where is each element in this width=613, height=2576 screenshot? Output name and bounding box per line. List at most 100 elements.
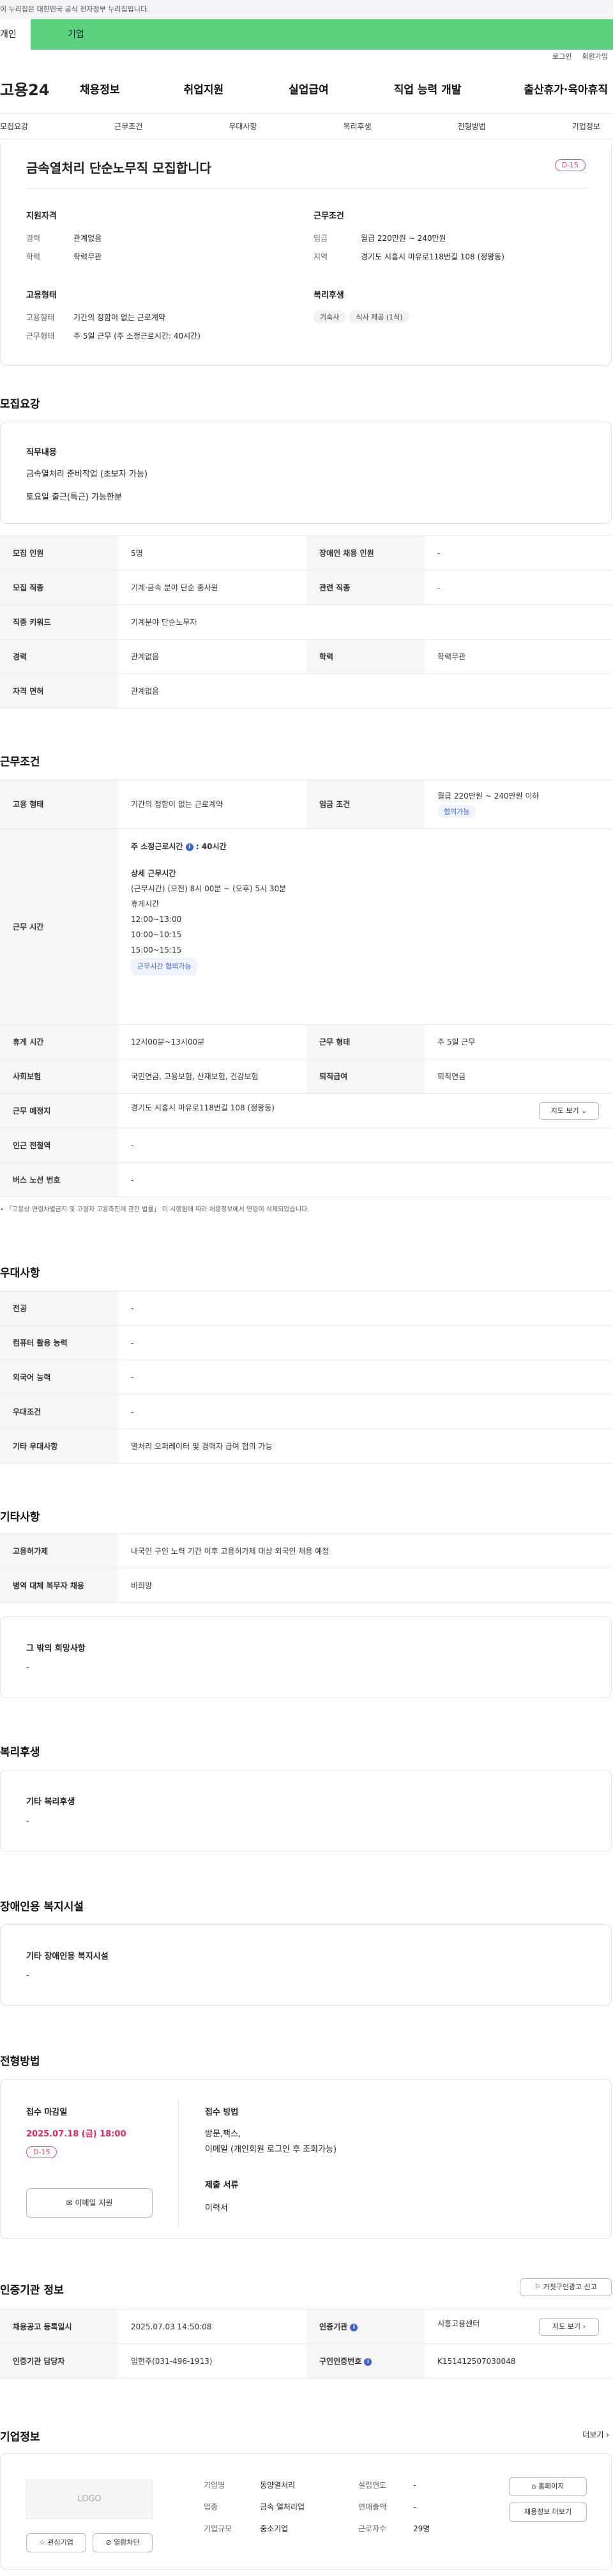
homepage-button[interactable]: ⌂ 홈페이지 — [509, 2477, 587, 2496]
section-title-pref: 우대사항 — [0, 1267, 40, 1280]
cell-value: - — [118, 1360, 612, 1395]
deadline-title: 접수 마감일 — [26, 2108, 68, 2117]
cell-value: 관계없음 — [118, 639, 306, 674]
benefit-box-title: 기타 복리후생 — [26, 1797, 75, 1807]
table-row: 근무 시간 주 소정근로시간 i : 40시간 상세 근무시간 (근무시간) (… — [0, 828, 612, 1025]
auth-map-label: 지도 보기 — [552, 2322, 581, 2331]
nav-job-training[interactable]: 직업 능력 개발 — [394, 80, 462, 96]
report-fake-ad-button[interactable]: ⚐ 거짓구인광고 신고 — [520, 2278, 612, 2296]
map-button[interactable]: 지도 보기 ⌄ — [539, 1101, 599, 1120]
block-company-label: 열람차단 — [114, 2538, 140, 2547]
info-icon[interactable]: i — [364, 2358, 372, 2366]
section-tab-recruit[interactable]: 모집요강 — [0, 121, 28, 132]
section-tab-process[interactable]: 전형방법 — [458, 121, 486, 132]
cell-value: 학력무관 — [425, 639, 612, 674]
tab-individual[interactable]: 개인 — [0, 19, 31, 50]
table-row: 모집 인원 5명 장애인 채용 인원 - — [0, 535, 612, 571]
cell-head: 모집 직종 — [0, 570, 118, 605]
nav-employment-support[interactable]: 취업지원 — [184, 80, 224, 96]
table-row: 채용공고 등록일시 2025.07.03 14:50:08 인증기관 i 시흥고용센터… — [0, 2309, 612, 2344]
info-icon[interactable]: i — [350, 2323, 358, 2331]
favorite-company-label: 관심기업 — [47, 2538, 73, 2547]
more-jobs-button[interactable]: 채용정보 더보기 — [509, 2503, 587, 2522]
section-nav: 모집요강 근무조건 우대사항 복리후생 전형방법 기업정보 — [0, 114, 613, 139]
tab-business[interactable]: 기업 — [31, 19, 613, 50]
email-apply-label: 이메일 지원 — [75, 2198, 113, 2207]
dday-badge: D-15 — [554, 159, 586, 171]
work-table: 고용 형태 기간의 정함이 없는 근로계약 임금 조건 월급 220만원 ~ 240만… — [0, 779, 612, 1197]
cell-head: 컴퓨터 활용 능력 — [0, 1325, 118, 1360]
report-icon: ⚐ — [534, 2283, 541, 2291]
field-label: 연매출액 — [358, 2503, 387, 2511]
employment-block: 고용형태 고용형태 기간의 정함이 없는 근로계약 근무형태 주 5일 근무 (주 … — [26, 288, 201, 349]
cell-head: 모집 인원 — [0, 535, 118, 571]
cell-value: - — [425, 570, 612, 605]
utility-menu: 로그인 회원가입 — [0, 50, 613, 64]
section-title-disability: 장애인용 복지시설 — [0, 1901, 84, 1913]
section-title-recruit: 모집요강 — [0, 398, 40, 411]
company-more-link[interactable]: 더보기 › — [582, 2429, 609, 2440]
cell-head: 직종 키워드 — [0, 604, 118, 640]
field-value: 동양열처리 — [260, 2481, 296, 2490]
chevron-right-icon: › — [606, 2430, 609, 2439]
star-icon: ☆ — [39, 2538, 45, 2547]
nav-job-info[interactable]: 채용정보 — [80, 80, 120, 96]
cell-head: 고용허가제 — [0, 1533, 118, 1568]
gov-banner: 이 누리집은 대한민국 공식 전자정부 누리집입니다. — [0, 0, 613, 19]
signup-link[interactable]: 회원가입 — [582, 50, 608, 64]
cell-head: 휴게 시간 — [0, 1024, 118, 1059]
section-tab-pref[interactable]: 우대사항 — [229, 121, 257, 132]
info-icon[interactable]: i — [185, 843, 193, 851]
nav-parental-leave[interactable]: 출산휴가·육아휴직 — [524, 80, 608, 96]
table-row: 모집 직종 기계·금속 분야 단순 종사원 관련 직종 - — [0, 570, 612, 605]
disability-card: 기타 장애인용 복지시설 - — [0, 1924, 612, 2006]
age-law-note: • 「고용상 연령차별금지 및 고령자 고용촉진에 관한 법률」 이 시행됨에 … — [0, 1206, 310, 1213]
field-label: 근로자수 — [358, 2524, 387, 2533]
qualification-title: 지원자격 — [26, 211, 57, 221]
cell-head: 병역 대체 복무자 채용 — [0, 1568, 118, 1603]
cell-value: 5명 — [118, 535, 306, 571]
disability-box-title: 기타 장애인용 복지시설 — [26, 1952, 109, 1961]
cell-head: 고용 형태 — [0, 779, 118, 829]
homepage-label: 홈페이지 — [538, 2482, 564, 2490]
hours-detail-title: 상세 근무시간 — [131, 869, 176, 878]
mail-icon: ✉ — [66, 2198, 73, 2207]
table-row: 버스 노선 번호 - — [0, 1162, 612, 1197]
wage-cell: 월급 220만원 ~ 240만원 이하 협의가능 — [425, 779, 612, 829]
duty-title: 직무내용 — [26, 448, 57, 457]
nav-unemployment-benefit[interactable]: 실업급여 — [289, 80, 329, 96]
field-value: 중소기업 — [260, 2524, 289, 2533]
age-law-note-text: 「고용상 연령차별금지 및 고령자 고용촉진에 관한 법률」 이 시행됨에 따라… — [6, 1206, 310, 1213]
table-row: 병역 대체 복무자 채용 비희망 — [0, 1568, 612, 1603]
cell-value: 기계분야 단순노무자 — [118, 604, 612, 640]
auth-map-button[interactable]: 지도 보기 › — [539, 2317, 599, 2336]
welfare-chip: 식사 제공 (1식) — [349, 310, 409, 323]
table-row: 사회보험 국민연금, 고용보험, 산재보험, 건강보험 퇴직급여 퇴직연금 — [0, 1059, 612, 1094]
cell-head: 채용공고 등록일시 — [0, 2309, 118, 2344]
region-value: 경기도 시흥시 마유로118번길 108 (정왕동) — [361, 252, 504, 261]
email-apply-button[interactable]: ✉ 이메일 지원 — [26, 2188, 153, 2218]
login-link[interactable]: 로그인 — [552, 50, 571, 64]
section-tab-benefit[interactable]: 복리후생 — [343, 121, 371, 132]
field-value: - — [413, 2481, 416, 2490]
duty-card: 직무내용 금속열처리 준비작업 (초보자 가능) 토요일 출근(특근) 가능한분 — [0, 422, 612, 524]
section-title-company: 기업정보 — [0, 2431, 40, 2444]
career-label: 경력 — [26, 234, 41, 243]
cell-head: 경력 — [0, 639, 118, 674]
divider — [26, 188, 587, 189]
section-tab-work[interactable]: 근무조건 — [114, 121, 142, 132]
benefit-box-value: - — [26, 1816, 29, 1826]
company-card: LOGO ☆ 관심기업 ⊘ 열람차단 기업명 동양열처리 업종 금속 열처리업 기업… — [0, 2453, 612, 2570]
site-logo[interactable]: 고용24 — [0, 77, 80, 100]
block-company-button[interactable]: ⊘ 열람차단 — [93, 2533, 153, 2552]
company-fields-left: 기업명 동양열처리 업종 금속 열처리업 기업규모 중소기업 — [204, 2474, 305, 2540]
section-title-process: 전형방법 — [0, 2055, 40, 2068]
table-row: 직종 키워드 기계분야 단순노무자 — [0, 604, 612, 640]
cell-head: 임금 조건 — [306, 779, 425, 829]
cell-head: 전공 — [0, 1291, 118, 1326]
section-tab-company[interactable]: 기업정보 — [572, 121, 600, 132]
favorite-company-button[interactable]: ☆ 관심기업 — [26, 2533, 86, 2552]
place-value: 경기도 시흥시 마유로118번길 108 (정왕동) — [131, 1103, 275, 1112]
home-icon: ⌂ — [531, 2482, 536, 2490]
table-row: 인증기관 담당자 임현주(031-496-1913) 구인인증번호 i K151412… — [0, 2343, 612, 2379]
